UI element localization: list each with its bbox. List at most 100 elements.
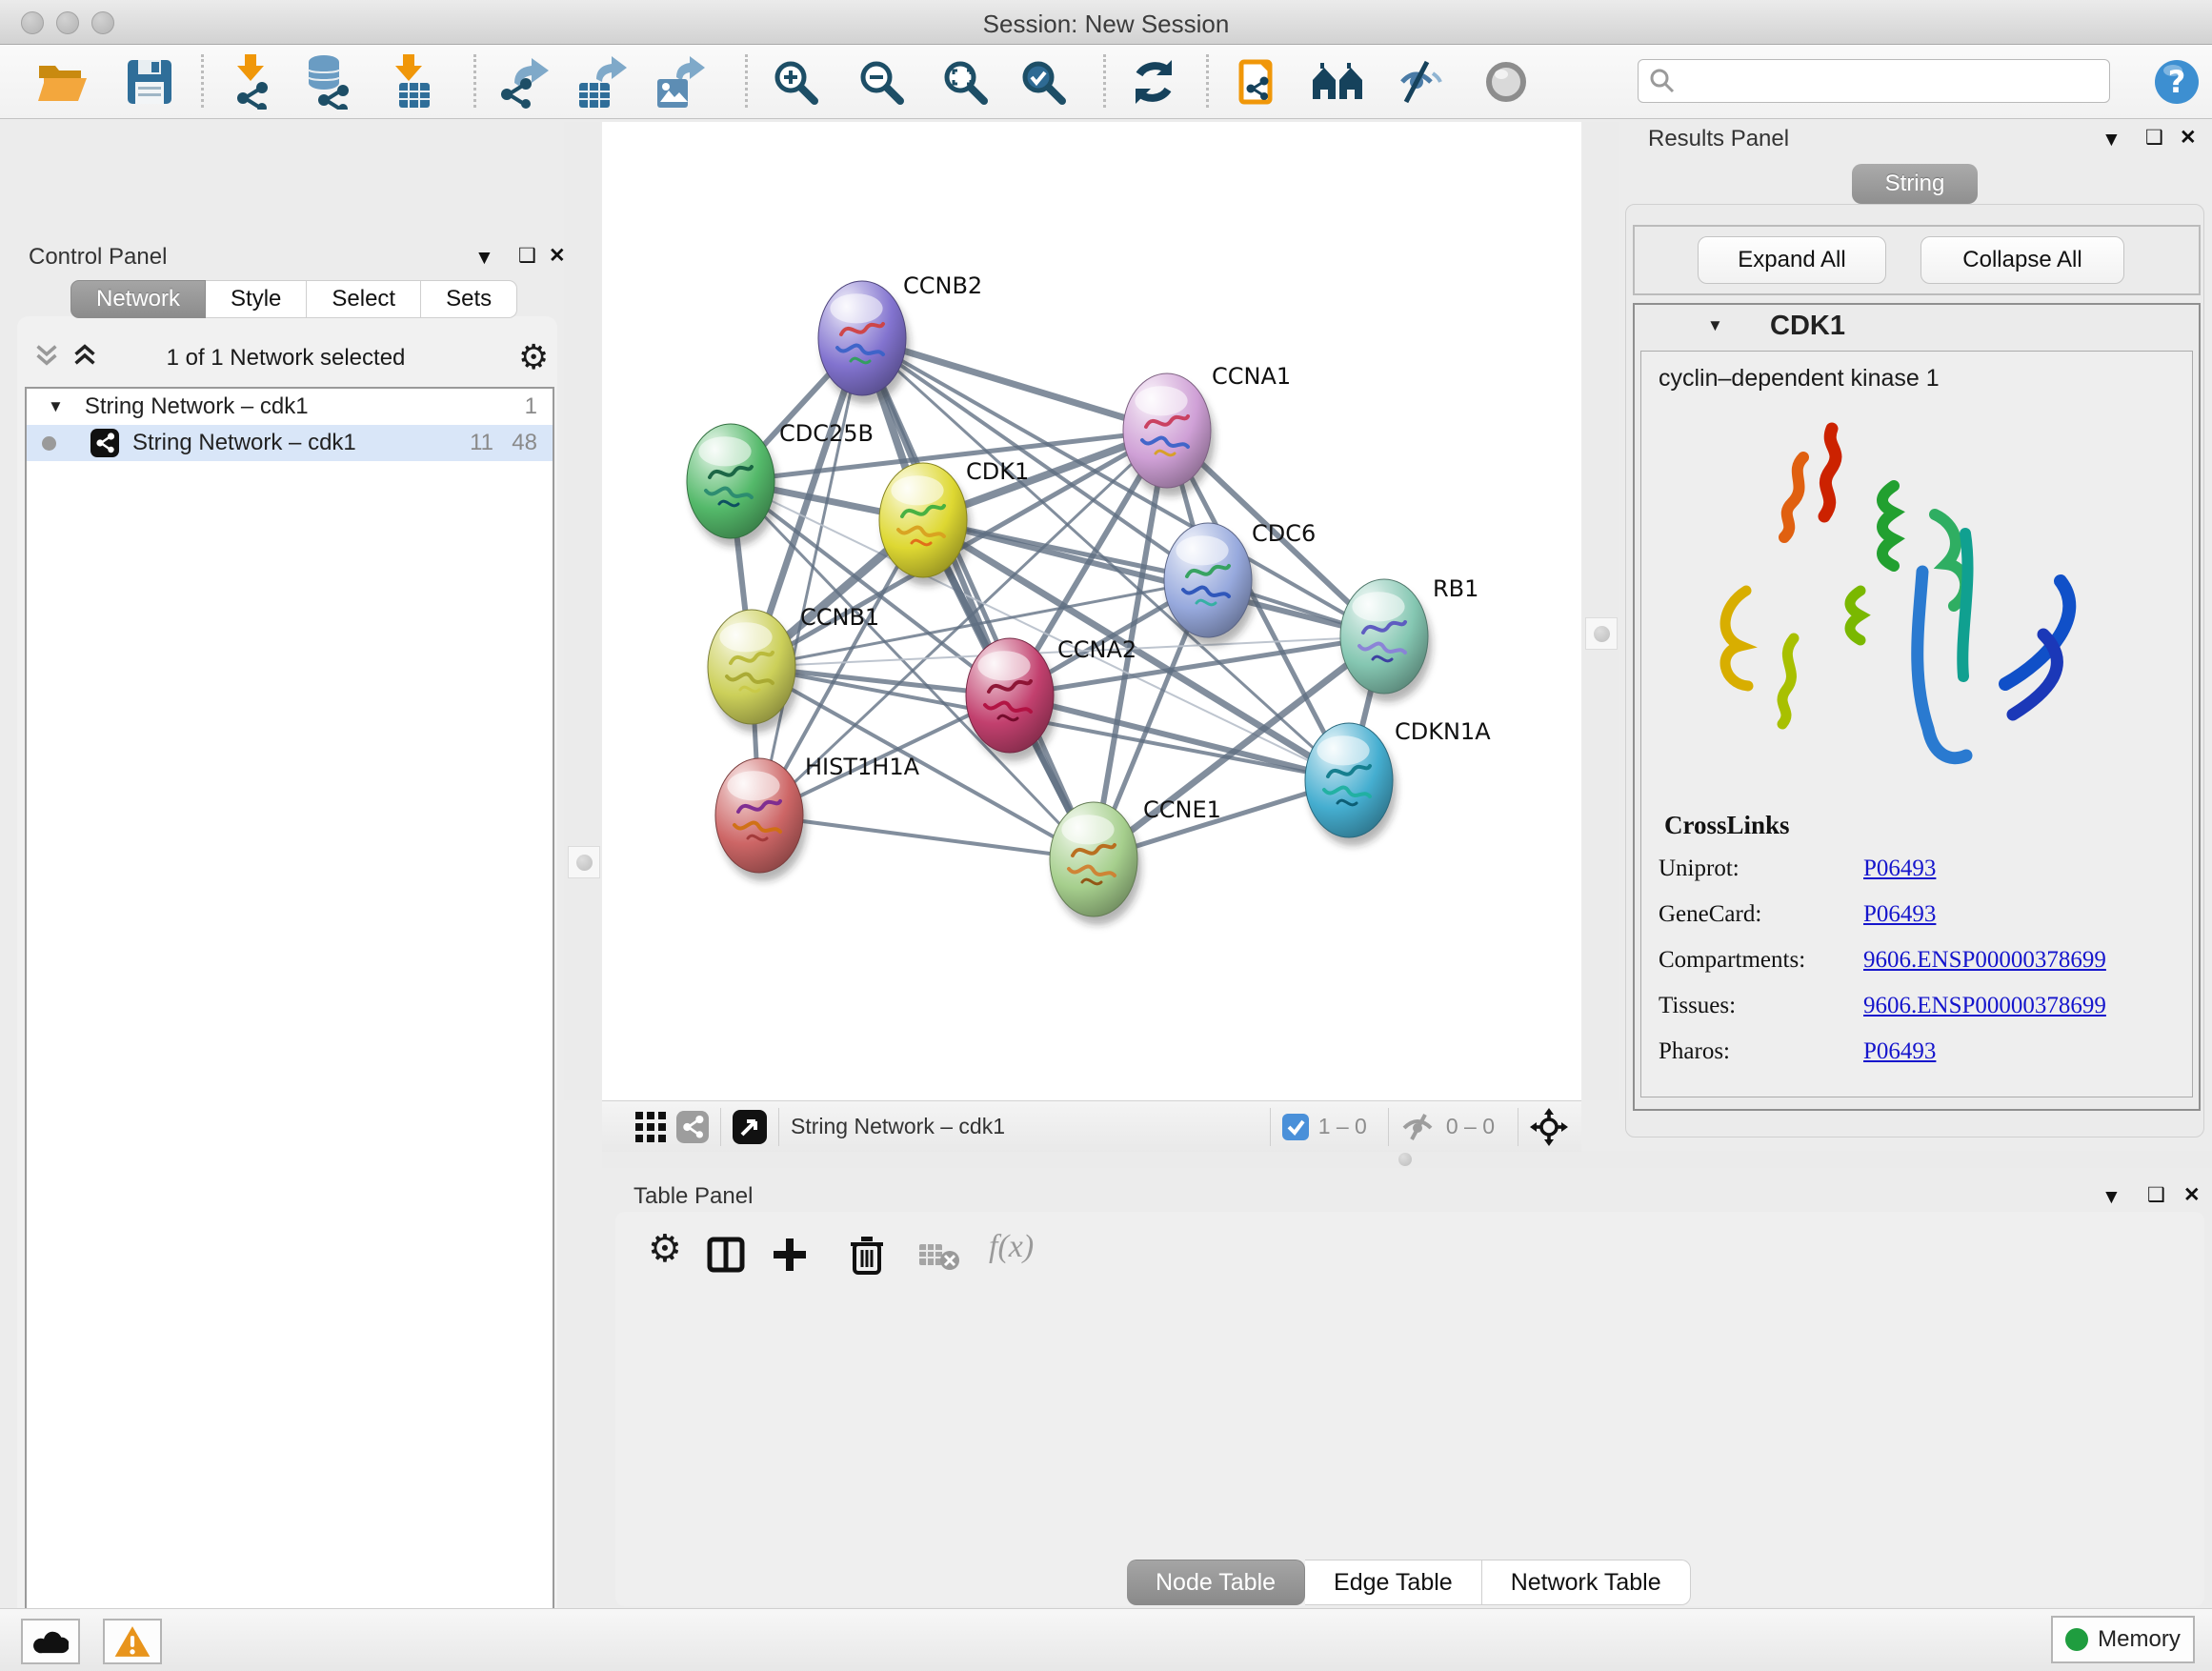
selected-checkbox-icon[interactable] (1282, 1114, 1309, 1140)
node-CCNB1[interactable]: CCNB1 (708, 604, 879, 733)
results-panel-title: Results Panel (1648, 126, 1789, 152)
crosslink-label: Compartments: (1659, 947, 1863, 974)
export-image-icon[interactable] (652, 54, 707, 110)
warning-button[interactable] (103, 1619, 162, 1664)
save-session-icon[interactable] (122, 54, 177, 110)
export-table-icon[interactable] (573, 54, 629, 110)
tab-node-table[interactable]: Node Table (1127, 1560, 1305, 1605)
expand-all-networks-icon[interactable] (70, 343, 99, 372)
panel-float-icon[interactable]: ▼ (2101, 1187, 2122, 1207)
panel-close-icon[interactable]: ✕ (2180, 128, 2197, 148)
show-columns-icon[interactable] (707, 1237, 745, 1273)
network-view-icon[interactable] (676, 1111, 709, 1143)
import-table-icon[interactable] (385, 54, 440, 110)
collapse-all-button[interactable]: Collapse All (1920, 236, 2124, 284)
title-bar: Session: New Session (0, 0, 2212, 45)
node-HIST1H1A[interactable]: HIST1H1A (715, 754, 920, 881)
import-network-icon[interactable] (223, 54, 278, 110)
network-label: String Network – cdk1 (132, 430, 356, 456)
memory-button[interactable]: Memory (2051, 1616, 2195, 1663)
tab-select[interactable]: Select (307, 280, 421, 318)
show-glass-icon[interactable] (1478, 54, 1534, 110)
panel-float-icon[interactable]: ▼ (474, 248, 494, 268)
node-CDKN1A[interactable]: CDKN1A (1305, 718, 1491, 846)
horizontal-splitter-handle[interactable] (1395, 1152, 1416, 1167)
crosslink-label: Uniprot: (1659, 856, 1863, 882)
string-import-icon[interactable] (1229, 54, 1284, 110)
left-splitter-handle[interactable] (568, 846, 600, 878)
expand-all-button[interactable]: Expand All (1698, 236, 1886, 284)
help-icon[interactable]: ? (2149, 54, 2204, 110)
network-collection-row[interactable]: ▼ String Network – cdk1 1 (27, 389, 553, 425)
network-view-canvas[interactable]: CCNB2CCNA1CDC25BCDK1CDC6RB1CCNB1CCNA2CDK… (602, 122, 1581, 1100)
node-CDC25B[interactable]: CDC25B (687, 420, 874, 547)
collapse-all-networks-icon[interactable] (32, 343, 61, 372)
collection-count: 1 (525, 393, 537, 420)
zoom-selected-icon[interactable] (1016, 54, 1071, 110)
control-panel-tabs: NetworkStyleSelectSets (70, 280, 517, 318)
panel-undock-icon[interactable]: ❑ (518, 246, 536, 266)
toolbar-separator (1103, 54, 1106, 108)
tab-edge-table[interactable]: Edge Table (1305, 1560, 1482, 1605)
tab-string[interactable]: String (1852, 164, 1978, 204)
protein-structure-image (1679, 400, 2127, 800)
crosslink-row: Pharos:P06493 (1659, 1038, 2192, 1065)
right-splitter[interactable] (1583, 122, 1619, 1100)
refresh-icon[interactable] (1126, 54, 1181, 110)
tab-network[interactable]: Network (70, 280, 206, 318)
export-network-icon[interactable] (495, 54, 551, 110)
panel-float-icon[interactable]: ▼ (2101, 130, 2122, 150)
edge-layer (731, 338, 1384, 859)
cloud-button[interactable] (21, 1619, 80, 1664)
control-panel-title: Control Panel (29, 244, 167, 271)
node-CCNE1[interactable]: CCNE1 (1050, 796, 1221, 925)
gene-header-row[interactable]: ▼ CDK1 (1635, 305, 2199, 349)
gene-caret-icon[interactable]: ▼ (1707, 316, 1723, 335)
table-gear-icon[interactable]: ⚙ (648, 1227, 682, 1271)
node-label-CCNA2: CCNA2 (1057, 636, 1136, 663)
search-field[interactable] (1638, 59, 2110, 103)
network-view-toolbar: String Network – cdk1 1 – 0 0 – 0 (602, 1100, 1581, 1152)
network-options-gear-icon[interactable]: ⚙ (518, 337, 549, 377)
birdseye-view-icon[interactable] (733, 1110, 767, 1144)
node-RB1[interactable]: RB1 (1340, 575, 1478, 702)
panel-close-icon[interactable]: ✕ (549, 246, 566, 266)
tab-sets[interactable]: Sets (421, 280, 517, 318)
left-splitter[interactable] (564, 122, 600, 1100)
open-session-icon[interactable] (34, 54, 90, 110)
current-network-name: String Network – cdk1 (791, 1114, 1005, 1139)
network-edge-count: 48 (512, 430, 537, 456)
node-CCNA1[interactable]: CCNA1 (1123, 363, 1291, 496)
crosslink-link[interactable]: 9606.ENSP00000378699 (1863, 947, 2106, 974)
table-panel-title: Table Panel (633, 1183, 753, 1210)
tab-network-table[interactable]: Network Table (1482, 1560, 1691, 1605)
pan-crosshair-icon[interactable] (1530, 1108, 1568, 1146)
grid-view-icon[interactable] (634, 1111, 667, 1143)
crosslink-label: Pharos: (1659, 1038, 1863, 1065)
home-icon[interactable] (1311, 54, 1366, 110)
toolbar-divider (1270, 1108, 1271, 1146)
crosslink-link[interactable]: P06493 (1863, 1038, 1936, 1065)
add-column-icon[interactable] (770, 1235, 810, 1275)
panel-undock-icon[interactable]: ❑ (2145, 128, 2163, 148)
search-input[interactable] (1677, 62, 2109, 100)
table-toolbar: ⚙ f(x) (615, 1212, 2204, 1299)
zoom-out-icon[interactable] (854, 54, 909, 110)
zoom-fit-icon[interactable] (937, 54, 993, 110)
crosslink-link[interactable]: P06493 (1863, 901, 1936, 928)
node-CCNB2[interactable]: CCNB2 (818, 272, 982, 404)
network-row-selected[interactable]: String Network – cdk1 11 48 (27, 425, 553, 461)
collection-caret-icon[interactable]: ▼ (48, 397, 64, 416)
hidden-eye-icon[interactable] (1400, 1113, 1435, 1141)
panel-close-icon[interactable]: ✕ (2183, 1185, 2201, 1205)
crosslink-link[interactable]: P06493 (1863, 856, 1936, 882)
right-splitter-handle[interactable] (1585, 617, 1618, 650)
import-network-from-database-icon[interactable] (300, 54, 355, 110)
tab-style[interactable]: Style (206, 280, 307, 318)
svg-text:?: ? (2168, 64, 2186, 100)
zoom-in-icon[interactable] (768, 54, 823, 110)
panel-undock-icon[interactable]: ❑ (2147, 1185, 2165, 1205)
crosslink-link[interactable]: 9606.ENSP00000378699 (1863, 993, 2106, 1019)
delete-column-icon[interactable] (850, 1235, 884, 1275)
hide-glass-icon[interactable] (1393, 54, 1448, 110)
